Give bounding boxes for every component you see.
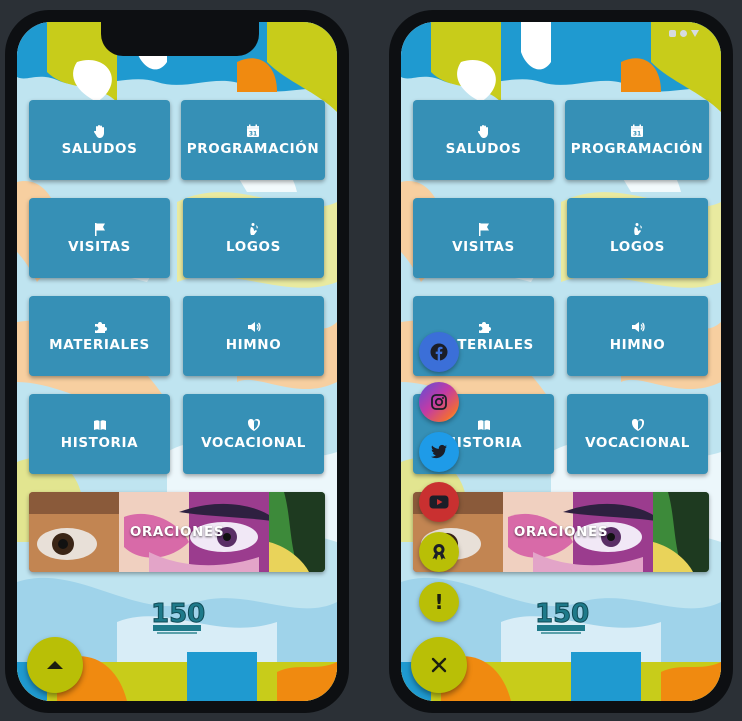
instagram-button[interactable] [419, 382, 459, 422]
heart-shield-icon [631, 418, 644, 431]
himno-label: HIMNO [609, 336, 666, 353]
himno-label: HIMNO [225, 336, 282, 353]
award-button[interactable] [419, 532, 459, 572]
svg-text:31: 31 [249, 130, 257, 137]
vocacional-button[interactable]: VOCACIONAL [567, 394, 708, 474]
vocacional-label: VOCACIONAL [585, 434, 690, 451]
close-icon [431, 657, 447, 673]
visitas-label: VISITAS [452, 238, 515, 255]
logos-label: LOGOS [226, 238, 281, 255]
phone-notch [101, 22, 259, 56]
flag-icon [94, 222, 105, 236]
oraciones-label: ORACIONES [129, 524, 225, 540]
status-bar-icons [669, 30, 699, 37]
twitter-icon [430, 444, 447, 459]
calendar-icon: 31 [247, 124, 259, 137]
anniversary-logo [534, 598, 589, 635]
visitas-label: VISITAS [68, 238, 131, 255]
oraciones-button[interactable]: ORACIONES [29, 492, 325, 572]
flag-icon [478, 222, 489, 236]
app-screen-left: SALUDOS 31 PROGRAMACIÓN VISITAS LOGOS MA… [17, 22, 337, 701]
youtube-button[interactable] [419, 482, 459, 522]
hand-icon [477, 124, 488, 138]
logos-button[interactable]: LOGOS [567, 198, 708, 278]
twitter-button[interactable] [419, 432, 459, 472]
materiales-button[interactable]: MATERIALES [29, 296, 170, 376]
historia-button[interactable]: HISTORIA [29, 394, 170, 474]
programacion-label: PROGRAMACIÓN [186, 140, 320, 157]
oraciones-label: ORACIONES [513, 524, 609, 540]
phone-frame-left: SALUDOS 31 PROGRAMACIÓN VISITAS LOGOS MA… [5, 10, 349, 713]
svg-text:31: 31 [633, 130, 641, 137]
vocacional-button[interactable]: VOCACIONAL [183, 394, 324, 474]
logos-button[interactable]: LOGOS [183, 198, 324, 278]
historia-label: HISTORIA [60, 434, 139, 451]
facebook-icon [430, 343, 448, 361]
speaker-icon [631, 321, 645, 332]
instagram-icon [431, 394, 447, 410]
vocacional-label: VOCACIONAL [201, 434, 306, 451]
puzzle-icon [478, 321, 491, 333]
visitas-button[interactable]: VISITAS [29, 198, 170, 278]
programacion-label: PROGRAMACIÓN [570, 140, 704, 157]
hands-icon [249, 222, 258, 235]
phone-frame-right: SALUDOS 31 PROGRAMACIÓN VISITAS LOGOS MA… [389, 10, 733, 713]
programacion-button[interactable]: 31 PROGRAMACIÓN [565, 100, 709, 180]
hands-icon [633, 222, 642, 235]
saludos-label: SALUDOS [445, 140, 522, 157]
visitas-button[interactable]: VISITAS [413, 198, 554, 278]
book-icon [477, 419, 490, 430]
youtube-icon [429, 495, 449, 509]
materiales-label: MATERIALES [49, 336, 150, 353]
caret-up-icon [47, 661, 63, 669]
app-screen-right: SALUDOS 31 PROGRAMACIÓN VISITAS LOGOS MA… [401, 22, 721, 701]
facebook-button[interactable] [419, 332, 459, 372]
scroll-top-button[interactable] [27, 637, 83, 693]
heart-shield-icon [247, 418, 260, 431]
puzzle-icon [94, 321, 107, 333]
saludos-label: SALUDOS [61, 140, 138, 157]
award-icon [432, 544, 446, 560]
close-menu-button[interactable] [411, 637, 467, 693]
programacion-button[interactable]: 31 PROGRAMACIÓN [181, 100, 325, 180]
book-icon [93, 419, 106, 430]
hand-icon [93, 124, 104, 138]
exclamation-icon: ! [434, 590, 444, 614]
himno-button[interactable]: HIMNO [567, 296, 708, 376]
logos-label: LOGOS [610, 238, 665, 255]
calendar-icon: 31 [631, 124, 643, 137]
saludos-button[interactable]: SALUDOS [413, 100, 554, 180]
saludos-button[interactable]: SALUDOS [29, 100, 170, 180]
himno-button[interactable]: HIMNO [183, 296, 324, 376]
anniversary-logo [150, 598, 205, 635]
speaker-icon [247, 321, 261, 332]
info-button[interactable]: ! [419, 582, 459, 622]
